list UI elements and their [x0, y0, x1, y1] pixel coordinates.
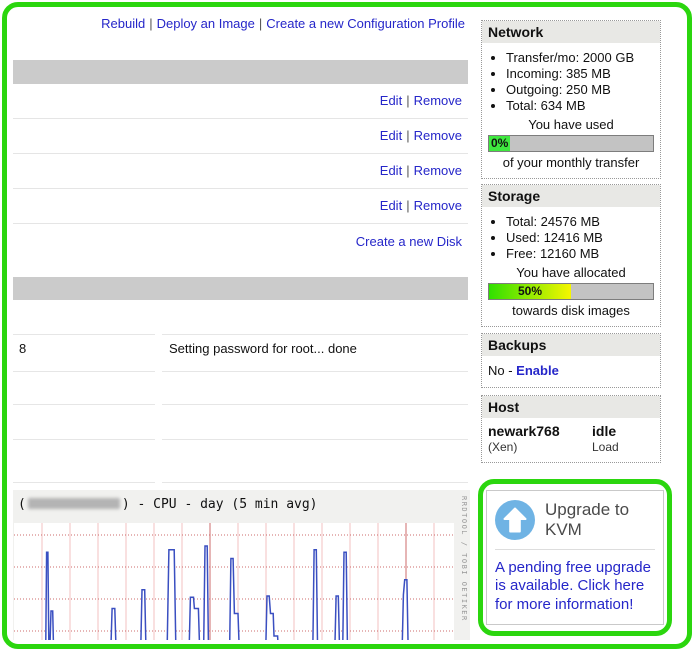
panel-title-backups: Backups [482, 334, 660, 356]
job-id-cell [13, 300, 155, 335]
deploy-image-link[interactable]: Deploy an Image [157, 16, 255, 31]
edit-link[interactable]: Edit [380, 163, 402, 178]
remove-link[interactable]: Remove [414, 163, 462, 178]
edit-link[interactable]: Edit [380, 128, 402, 143]
stat-item: Used: 12416 MB [506, 230, 656, 245]
job-id-cell: 8 [13, 335, 155, 372]
cpu-plot [14, 523, 454, 640]
toolbar: Rebuild|Deploy an Image|Create a new Con… [13, 16, 465, 31]
section-header-bar-config [13, 60, 468, 84]
job-id-cell [13, 440, 155, 483]
create-config-profile-link[interactable]: Create a new Configuration Profile [266, 16, 465, 31]
job-message-cell [162, 440, 468, 483]
storage-progress-bar: 50% [488, 283, 654, 300]
link-separator: | [402, 163, 413, 178]
progress-fill: 0% [489, 136, 510, 151]
host-name: newark768 [488, 423, 592, 439]
section-header-bar-jobs [13, 277, 468, 300]
cpu-graph: () - CPU - day (5 min avg) RRDTOOL / TOB… [13, 490, 470, 640]
kvm-upgrade-panel[interactable]: Upgrade to KVM A pending free upgrade is… [486, 490, 664, 625]
stat-item: Incoming: 385 MB [506, 66, 656, 81]
disk-row: Edit|Remove [13, 119, 468, 154]
redacted-hostname [28, 498, 120, 509]
progress-label: 0% [489, 136, 510, 151]
usage-caption: of your monthly transfer [486, 155, 656, 170]
panel-title-storage: Storage [482, 185, 660, 207]
job-message-cell [162, 372, 468, 405]
job-row [13, 405, 468, 440]
kvm-upgrade-header: Upgrade to KVM [495, 500, 655, 550]
link-separator: | [402, 128, 413, 143]
job-id-cell [13, 405, 155, 440]
host-load-label: Load [592, 440, 654, 454]
host-status: idle [592, 423, 654, 439]
graph-title: () - CPU - day (5 min avg) [13, 490, 470, 512]
job-row [13, 372, 468, 405]
job-row [13, 300, 468, 335]
edit-link[interactable]: Edit [380, 93, 402, 108]
job-message-cell [162, 300, 468, 335]
config-row: Edit|Remove [13, 84, 468, 119]
remove-link[interactable]: Remove [414, 198, 462, 213]
usage-caption: You have allocated [486, 265, 656, 280]
link-separator: | [402, 93, 413, 108]
cpu-plot-svg [14, 523, 454, 640]
kvm-upgrade-link[interactable]: A pending free upgrade is available. Cli… [495, 550, 655, 614]
usage-caption: You have used [486, 117, 656, 132]
edit-link[interactable]: Edit [380, 198, 402, 213]
link-separator: | [402, 198, 413, 213]
link-separator: | [145, 16, 156, 31]
remove-link[interactable]: Remove [414, 128, 462, 143]
storage-panel: Storage Total: 24576 MB Used: 12416 MB F… [481, 184, 661, 327]
up-arrow-icon [495, 500, 535, 540]
stat-item: Total: 634 MB [506, 98, 656, 113]
disk-row: Edit|Remove [13, 154, 468, 189]
enable-backups-link[interactable]: Enable [516, 363, 559, 378]
stat-item: Free: 12160 MB [506, 246, 656, 261]
disk-row: Edit|Remove [13, 189, 468, 224]
kvm-upgrade-title: Upgrade to KVM [545, 500, 655, 539]
storage-stats-list: Total: 24576 MB Used: 12416 MB Free: 121… [486, 214, 656, 261]
job-message-cell: Setting password for root... done [162, 335, 468, 372]
backups-status: No - [488, 363, 516, 378]
remove-link[interactable]: Remove [414, 93, 462, 108]
progress-fill: 50% [489, 284, 571, 299]
create-disk-link[interactable]: Create a new Disk [356, 234, 462, 249]
stat-item: Outgoing: 250 MB [506, 82, 656, 97]
link-separator: | [255, 16, 266, 31]
backups-panel: Backups No - Enable [481, 333, 661, 388]
panel-title-host: Host [482, 396, 660, 418]
rrdtool-watermark: RRDTOOL / TOBI OETIKER [460, 496, 468, 622]
create-disk-row: Create a new Disk [13, 224, 468, 260]
kvm-upgrade-highlight: Upgrade to KVM A pending free upgrade is… [478, 479, 672, 636]
host-panel: Host newark768 (Xen) idle Load [481, 395, 661, 463]
rebuild-link[interactable]: Rebuild [101, 16, 145, 31]
network-stats-list: Transfer/mo: 2000 GB Incoming: 385 MB Ou… [486, 50, 656, 113]
host-virt-type: (Xen) [488, 440, 592, 454]
network-panel: Network Transfer/mo: 2000 GB Incoming: 3… [481, 20, 661, 179]
progress-label: 50% [489, 284, 571, 299]
usage-caption: towards disk images [486, 303, 656, 318]
panel-title-network: Network [482, 21, 660, 43]
job-row [13, 440, 468, 483]
stat-item: Transfer/mo: 2000 GB [506, 50, 656, 65]
job-message-cell [162, 405, 468, 440]
stat-item: Total: 24576 MB [506, 214, 656, 229]
job-id-cell [13, 372, 155, 405]
job-row: 8 Setting password for root... done [13, 335, 468, 372]
transfer-progress-bar: 0% [488, 135, 654, 152]
